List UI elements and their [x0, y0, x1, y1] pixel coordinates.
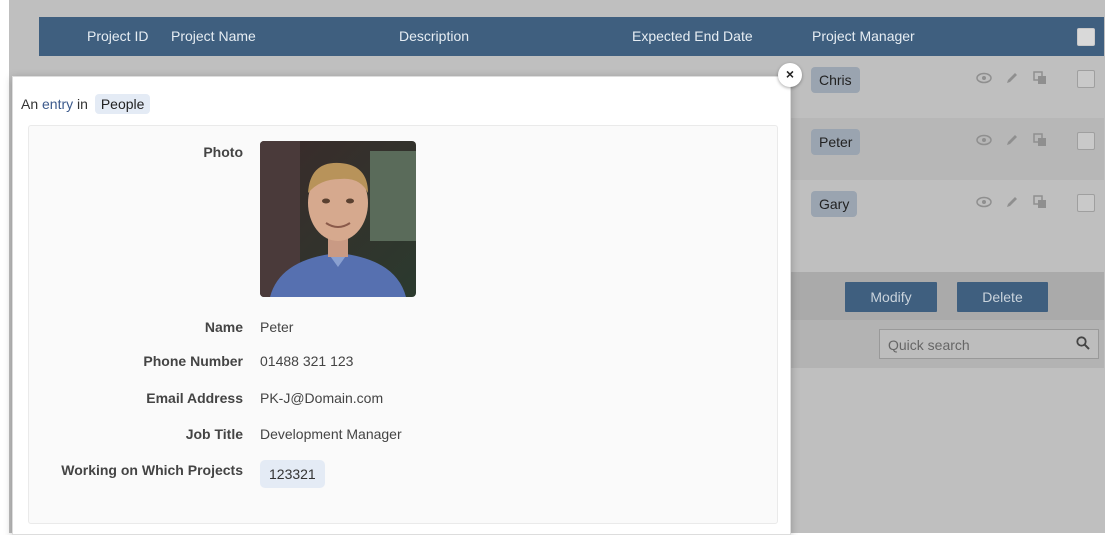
column-header-project-name[interactable]: Project Name: [171, 28, 256, 44]
copy-icon[interactable]: [1033, 133, 1047, 150]
project-manager-badge[interactable]: Chris: [811, 67, 860, 93]
photo-label: Photo: [203, 144, 243, 160]
person-photo: [260, 141, 416, 297]
heading-in: in: [77, 96, 88, 112]
close-icon[interactable]: ×: [778, 63, 802, 87]
project-manager-badge[interactable]: Gary: [811, 191, 858, 217]
entry-detail-modal: An entry in People Photo Name Peter Phon…: [12, 76, 791, 535]
eye-icon[interactable]: [976, 71, 992, 87]
copy-icon[interactable]: [1033, 71, 1047, 88]
pencil-icon[interactable]: [1005, 133, 1019, 150]
modify-button[interactable]: Modify: [845, 282, 937, 312]
column-header-project-id[interactable]: Project ID: [87, 28, 148, 44]
quick-search-input[interactable]: Quick search: [879, 329, 1099, 359]
job-title-label: Job Title: [185, 426, 243, 442]
search-icon[interactable]: [1076, 336, 1090, 350]
heading-prefix: An: [21, 96, 39, 112]
job-title-value: Development Manager: [260, 426, 402, 442]
email-value: PK-J@Domain.com: [260, 390, 384, 406]
projects-label: Working on Which Projects: [61, 462, 243, 478]
eye-icon[interactable]: [976, 133, 992, 149]
column-header-expected-end-date[interactable]: Expected End Date: [632, 28, 753, 44]
phone-label: Phone Number: [143, 353, 243, 369]
modal-heading: An entry in People: [21, 94, 151, 114]
pencil-icon[interactable]: [1005, 71, 1019, 88]
name-value: Peter: [260, 319, 294, 335]
project-manager-badge[interactable]: Peter: [811, 129, 861, 155]
phone-value: 01488 321 123: [260, 353, 354, 369]
entry-link[interactable]: entry: [42, 96, 73, 112]
column-header-project-manager[interactable]: Project Manager: [812, 28, 915, 44]
row-select-checkbox[interactable]: [1077, 194, 1095, 212]
table-header: Project ID Project Name Description Expe…: [39, 17, 1104, 56]
copy-icon[interactable]: [1033, 195, 1047, 212]
project-chip[interactable]: 123321: [260, 460, 325, 488]
select-all-checkbox[interactable]: [1077, 28, 1095, 46]
search-placeholder: Quick search: [888, 337, 970, 353]
column-header-description[interactable]: Description: [399, 28, 469, 44]
row-select-checkbox[interactable]: [1077, 70, 1095, 88]
left-edge: [0, 0, 9, 533]
email-label: Email Address: [146, 390, 243, 406]
source-table-chip[interactable]: People: [94, 94, 151, 114]
eye-icon[interactable]: [976, 195, 992, 211]
pencil-icon[interactable]: [1005, 195, 1019, 212]
name-label: Name: [204, 319, 243, 335]
delete-button[interactable]: Delete: [957, 282, 1048, 312]
row-select-checkbox[interactable]: [1077, 132, 1095, 150]
detail-panel: Photo Name Peter Phone Number 01488 321 …: [28, 125, 778, 524]
